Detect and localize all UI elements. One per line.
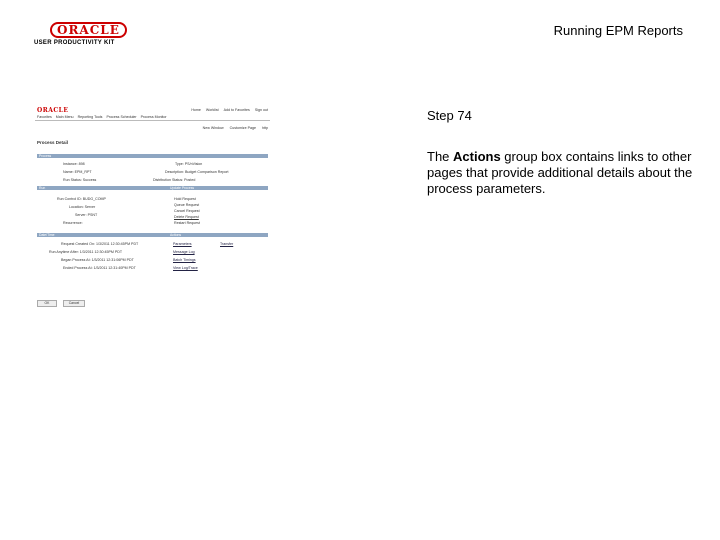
page-action-link[interactable]: New Window (203, 126, 224, 130)
menu-item[interactable]: Main Menu (56, 115, 74, 119)
date-field: Ended Process At: 1/3/2011 12:31:40PM PD… (63, 266, 136, 270)
process-section-header: Process (37, 154, 268, 158)
top-link[interactable]: Sign out (255, 108, 268, 112)
process-field: Run Status: Success (63, 178, 97, 182)
application-screenshot: ORACLE Home Worklist Add to Favorites Si… (35, 106, 270, 311)
run-field: Server: PSNT (75, 213, 98, 217)
message-log-link[interactable]: Message Log (173, 250, 195, 254)
update-option[interactable]: Queue Request (174, 203, 199, 207)
update-option[interactable]: Restart Request (174, 221, 200, 225)
datetime-section-header: Date/Time (37, 233, 168, 237)
actions-section-header: Actions (168, 233, 268, 237)
date-field: Began Process At: 1/3/2011 12:31:06PM PD… (61, 258, 134, 262)
logo-subtitle: USER PRODUCTIVITY KIT (34, 40, 115, 46)
menu-item[interactable]: Process Scheduler (106, 115, 136, 119)
page-actions: New Window Customize Page http (203, 126, 268, 130)
update-process-header: Update Process (168, 186, 268, 190)
batch-timings-link[interactable]: Batch Timings (173, 258, 196, 262)
app-logo: ORACLE (37, 107, 69, 114)
menu-item[interactable]: Reporting Tools (78, 115, 103, 119)
menu-item[interactable]: Process Monitor (141, 115, 167, 119)
update-option[interactable]: Hold Request (174, 197, 196, 201)
process-field: Type: PS/nVision (175, 162, 203, 166)
app-header: ORACLE Home Worklist Add to Favorites Si… (35, 106, 270, 121)
run-field: Run Control ID: BUDG_COMP (57, 197, 106, 201)
top-link[interactable]: Home (191, 108, 201, 112)
process-field: Name: EPM_RPT (63, 170, 92, 174)
page-action-link[interactable]: Customize Page (230, 126, 256, 130)
top-link[interactable]: Add to Favorites (224, 108, 250, 112)
update-option-selected[interactable]: Delete Request (174, 215, 199, 219)
process-field: Instance: 898 (63, 162, 85, 166)
oracle-logo-word: ORACLE (50, 22, 127, 38)
parameters-link[interactable]: Parameters (173, 242, 192, 246)
date-field: Run Anytime After: 1/3/2011 12:30:45PM P… (49, 250, 123, 254)
description-bold: Actions (453, 149, 501, 164)
ok-button[interactable]: OK (37, 300, 57, 307)
step-description: The Actions group box contains links to … (427, 149, 697, 197)
update-option[interactable]: Cancel Request (174, 209, 200, 213)
top-links: Home Worklist Add to Favorites Sign out (191, 108, 268, 112)
cancel-button[interactable]: Cancel (63, 300, 85, 307)
step-label: Step 74 (427, 108, 472, 123)
process-field: Distribution Status: Posted (153, 178, 196, 182)
top-link[interactable]: Worklist (206, 108, 219, 112)
description-pre: The (427, 149, 454, 164)
page-title: Process Detail (37, 140, 69, 145)
process-field: Description: Budget Comparison Report (165, 170, 229, 174)
page-action-link[interactable]: http (262, 126, 268, 130)
transfer-link[interactable]: Transfer (220, 242, 233, 246)
menu-item[interactable]: Favorites (37, 115, 52, 119)
date-field: Request Created On: 1/3/2011 12:30:45PM … (61, 242, 139, 246)
oracle-upk-logo: ORACLE USER PRODUCTIVITY KIT (34, 22, 127, 50)
run-field: Location: Server (69, 205, 96, 209)
menu-bar: Favorites Main Menu Reporting Tools Proc… (37, 115, 167, 119)
document-title: Running EPM Reports (553, 23, 683, 38)
view-log-link[interactable]: View Log/Trace (173, 266, 198, 270)
run-field: Recurrence: (63, 221, 83, 225)
run-section-header: Run (37, 186, 168, 190)
